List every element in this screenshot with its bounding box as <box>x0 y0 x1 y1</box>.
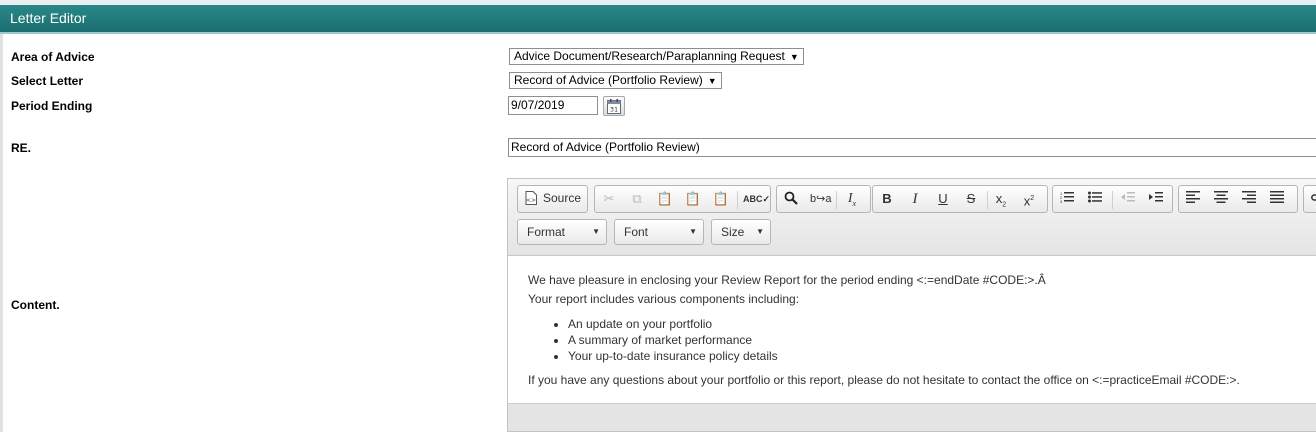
replace-icon[interactable]: b↪a <box>810 191 831 207</box>
list-item: Your up-to-date insurance policy details <box>568 348 1316 364</box>
indent-icon[interactable] <box>1147 191 1165 207</box>
title-bar: Letter Editor <box>0 5 1316 34</box>
source-icon: <> <box>525 191 537 205</box>
svg-text:3: 3 <box>1060 199 1063 203</box>
left-edge <box>0 34 3 432</box>
area-of-advice-label: Area of Advice <box>11 50 95 64</box>
source-button[interactable]: Source <box>543 191 581 205</box>
bold-icon[interactable]: B <box>878 191 896 207</box>
chevron-down-icon: ▼ <box>756 227 764 236</box>
content-paragraph-2: Your report includes various components … <box>528 292 800 306</box>
select-letter-label: Select Letter <box>11 74 84 88</box>
size-label: Size <box>721 225 745 239</box>
font-label: Font <box>624 225 649 239</box>
strikethrough-icon[interactable]: S <box>962 191 980 207</box>
chevron-down-icon: ▼ <box>789 52 799 62</box>
italic-icon[interactable]: I <box>906 191 924 207</box>
paste-icon[interactable]: 📋 <box>656 191 674 207</box>
area-of-advice-select[interactable]: Advice Document/Research/Paraplanning Re… <box>509 48 804 65</box>
cut-icon[interactable]: ✂ <box>600 191 618 207</box>
copy-icon[interactable]: ⧉ <box>628 191 646 207</box>
chevron-down-icon: ▼ <box>592 227 600 236</box>
find-icon[interactable] <box>782 191 800 207</box>
list-group: 123 <box>1052 185 1173 213</box>
editor-content[interactable]: We have pleasure in enclosing your Revie… <box>528 271 1316 390</box>
window-title: Letter Editor <box>10 10 87 26</box>
select-letter-select[interactable]: Record of Advice (Portfolio Review) ▼ <box>509 72 722 89</box>
editor-status-bar <box>508 403 1316 431</box>
content-label: Content. <box>11 298 60 312</box>
chevron-down-icon: ▼ <box>689 227 697 236</box>
re-label: RE. <box>11 141 32 155</box>
content-paragraph-1: We have pleasure in enclosing your Revie… <box>528 273 1046 287</box>
toolbar-separator <box>737 191 738 209</box>
chevron-down-icon: ▼ <box>707 76 717 86</box>
format-combo[interactable]: Format ▼ <box>517 219 607 245</box>
subscript-icon[interactable]: x2 <box>992 191 1010 209</box>
font-combo[interactable]: Font ▼ <box>614 219 704 245</box>
rich-text-editor: <> Source ✂ ⧉ 📋 📋 📋 ABC✓ b↪a Ix B I U S <box>507 178 1316 432</box>
remove-format-icon[interactable]: Ix <box>843 191 861 208</box>
superscript-icon[interactable]: x2 <box>1020 191 1038 208</box>
spell-check-icon[interactable]: ABC✓ <box>743 191 770 207</box>
svg-text:31: 31 <box>610 106 618 114</box>
bulleted-list-icon[interactable] <box>1086 191 1104 207</box>
link-icon[interactable] <box>1309 191 1316 207</box>
editing-group: b↪a Ix <box>776 185 871 213</box>
toolbar-separator <box>1112 191 1113 209</box>
paste-word-icon[interactable]: 📋 <box>712 191 730 207</box>
period-ending-label: Period Ending <box>11 99 93 113</box>
period-ending-input[interactable]: 9/07/2019 <box>508 96 598 115</box>
basic-styles-group: B I U S x2 x2 <box>872 185 1048 213</box>
content-bullet-list: An update on your portfolio A summary of… <box>528 316 1316 364</box>
list-item: A summary of market performance <box>568 332 1316 348</box>
size-combo[interactable]: Size ▼ <box>711 219 771 245</box>
align-left-icon[interactable] <box>1184 191 1202 207</box>
editor-toolbar: <> Source ✂ ⧉ 📋 📋 📋 ABC✓ b↪a Ix B I U S <box>508 179 1316 256</box>
content-paragraph-3: If you have any questions about your por… <box>528 373 1240 387</box>
source-group: <> Source <box>517 185 588 213</box>
re-input[interactable]: Record of Advice (Portfolio Review) <box>508 138 1316 157</box>
select-letter-value: Record of Advice (Portfolio Review) <box>514 73 703 87</box>
clipboard-group: ✂ ⧉ 📋 📋 📋 ABC✓ <box>594 185 771 213</box>
toolbar-separator <box>987 191 988 209</box>
link-group <box>1303 185 1316 213</box>
format-label: Format <box>527 225 566 239</box>
svg-text:<>: <> <box>526 197 536 204</box>
list-item: An update on your portfolio <box>568 316 1316 332</box>
outdent-icon[interactable] <box>1119 191 1137 207</box>
align-group <box>1178 185 1298 213</box>
justify-icon[interactable] <box>1268 191 1286 207</box>
calendar-icon: 31 <box>607 99 621 114</box>
calendar-button[interactable]: 31 <box>603 96 625 116</box>
align-center-icon[interactable] <box>1212 191 1230 207</box>
area-of-advice-value: Advice Document/Research/Paraplanning Re… <box>514 49 785 63</box>
underline-icon[interactable]: U <box>934 191 952 207</box>
toolbar-separator <box>836 191 837 209</box>
paste-text-icon[interactable]: 📋 <box>684 191 702 207</box>
align-right-icon[interactable] <box>1240 191 1258 207</box>
numbered-list-icon[interactable]: 123 <box>1058 191 1076 207</box>
